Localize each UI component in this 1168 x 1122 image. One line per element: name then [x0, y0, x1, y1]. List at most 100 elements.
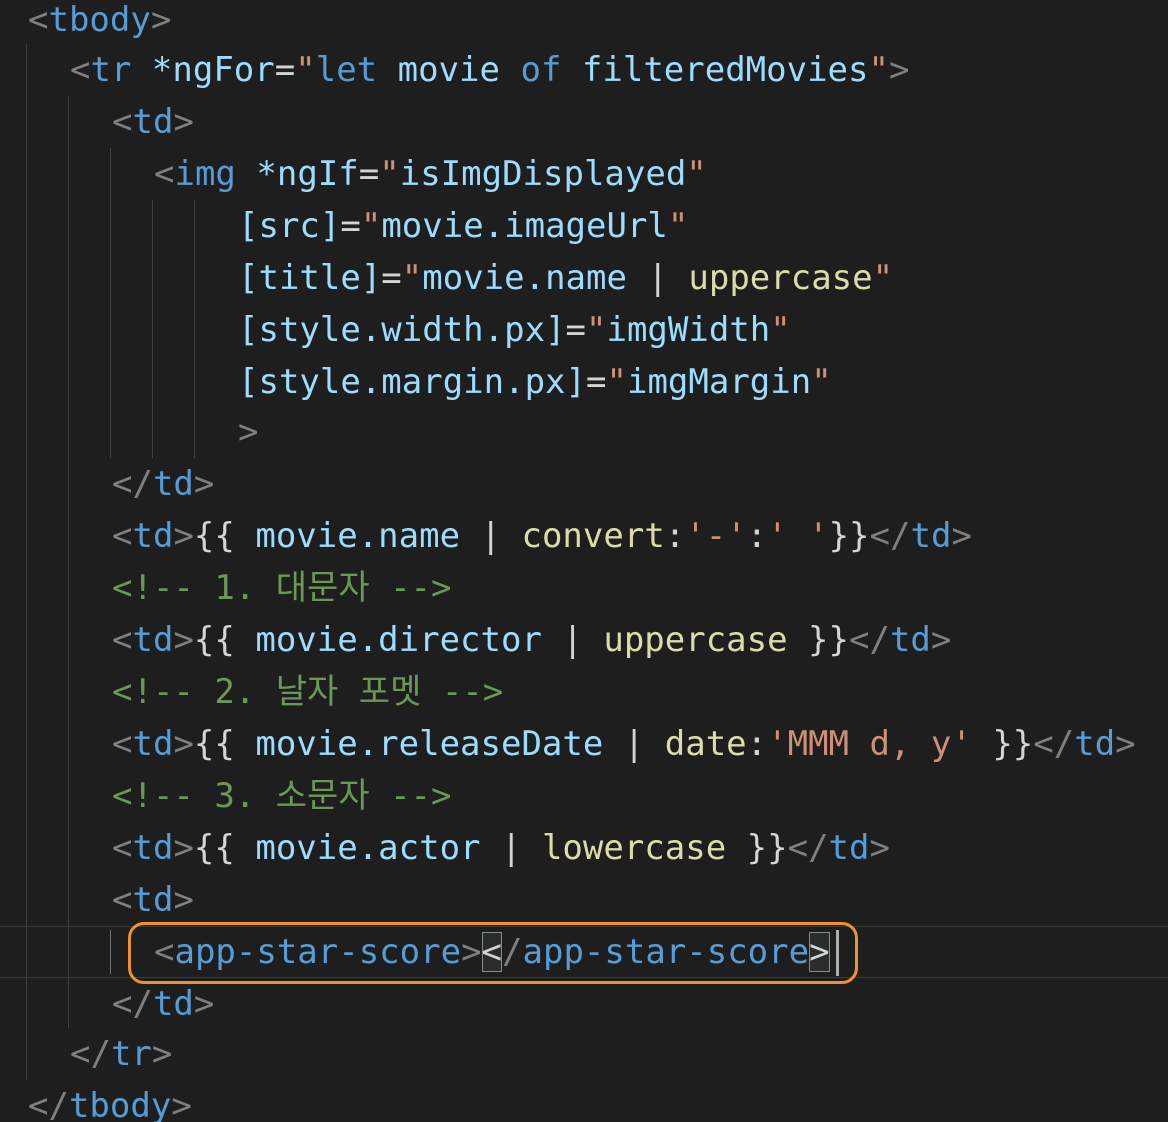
code-token: ": [811, 362, 832, 402]
code-token: [style.margin.px]: [238, 362, 586, 402]
code-token: >: [1115, 724, 1136, 764]
code-token: <!-- 3. 소문자 -->: [112, 776, 452, 816]
code-token: *ngFor: [151, 50, 275, 90]
code-token: let: [315, 50, 378, 90]
code-token: =: [381, 258, 402, 298]
code-token: :: [746, 516, 768, 556]
code-token: of: [520, 50, 562, 90]
code-line-4[interactable]: <img *ngIf="isImgDisplayed": [0, 148, 1168, 200]
code-token: >: [888, 50, 910, 90]
code-token: </: [112, 464, 153, 504]
code-line-3[interactable]: <td>: [0, 96, 1168, 148]
code-line-18[interactable]: <td>: [0, 874, 1168, 926]
code-token: =: [586, 362, 607, 402]
code-token: >: [930, 620, 952, 660]
code-token: movie.name: [422, 258, 627, 298]
code-token: <: [112, 102, 133, 142]
code-token: movie.imageUrl: [381, 206, 668, 246]
code-token: '-': [685, 516, 747, 556]
code-line-10[interactable]: </td>: [0, 458, 1168, 510]
code-token: =: [340, 206, 361, 246]
code-token: td: [152, 464, 194, 504]
code-token: >: [150, 0, 172, 40]
code-line-13[interactable]: <td>{{ movie.director | uppercase }}</td…: [0, 614, 1168, 666]
code-line-17[interactable]: <td>{{ movie.actor | lowercase }}</td>: [0, 822, 1168, 874]
code-line-20[interactable]: </td>: [0, 978, 1168, 1030]
code-token: >: [173, 620, 194, 660]
code-token: <: [70, 50, 91, 90]
code-token: {{: [193, 516, 256, 556]
code-token: >: [171, 1086, 192, 1122]
code-token: td: [828, 828, 870, 868]
code-token: =: [358, 154, 380, 194]
code-line-8[interactable]: [style.margin.px]="imgMargin": [0, 356, 1168, 408]
code-token: <!-- 2. 날자 포멧 -->: [112, 672, 504, 712]
code-token: filteredMovies: [581, 50, 869, 90]
code-token: movie.director: [255, 620, 542, 660]
code-token: |: [460, 516, 522, 556]
code-token: </: [28, 1086, 69, 1122]
code-token: >: [193, 464, 215, 504]
code-editor[interactable]: <tbody> <tr *ngFor="let movie of filtere…: [0, 0, 1168, 1122]
code-token: </: [1033, 724, 1075, 764]
code-token: >: [193, 984, 215, 1024]
code-token: {{: [193, 724, 256, 764]
code-token: <: [112, 620, 133, 660]
code-line-2[interactable]: <tr *ngFor="let movie of filteredMovies"…: [0, 44, 1168, 96]
code-line-14[interactable]: <!-- 2. 날자 포멧 -->: [0, 666, 1168, 718]
code-token: </: [70, 1034, 111, 1074]
code-token: imgMargin: [626, 362, 812, 402]
code-line-5[interactable]: [src]="movie.imageUrl": [0, 200, 1168, 252]
code-token: ": [401, 258, 423, 298]
code-token: <: [112, 724, 133, 764]
code-token: ": [360, 206, 382, 246]
code-token: movie.actor: [255, 828, 481, 868]
code-token: >: [151, 1034, 173, 1074]
code-token: |: [480, 828, 542, 868]
code-token: |: [603, 724, 665, 764]
code-line-15[interactable]: <td>{{ movie.releaseDate | date:'MMM d, …: [0, 718, 1168, 770]
code-token: convert: [521, 516, 665, 556]
code-line-12[interactable]: <!-- 1. 대문자 -->: [0, 562, 1168, 614]
code-token: }}: [971, 724, 1034, 764]
code-token: >: [951, 516, 972, 556]
code-token: ": [868, 50, 889, 90]
code-token: <: [112, 516, 133, 556]
code-token: </: [869, 516, 911, 556]
code-token: >: [173, 724, 194, 764]
code-line-7[interactable]: [style.width.px]="imgWidth": [0, 304, 1168, 356]
code-token: uppercase: [603, 620, 788, 660]
code-token: td: [889, 620, 931, 660]
code-token: tr: [90, 50, 132, 90]
code-token: td: [132, 880, 174, 920]
code-token: lowercase: [541, 828, 727, 868]
code-token: >: [173, 880, 194, 920]
code-token: :: [664, 516, 686, 556]
code-line-9[interactable]: >: [0, 406, 1168, 458]
code-token: <: [112, 828, 133, 868]
code-token: isImgDisplayed: [399, 154, 687, 194]
code-line-1[interactable]: <tbody>: [0, 0, 1168, 46]
code-token: </: [112, 984, 153, 1024]
code-token: <: [28, 0, 49, 40]
code-token: |: [541, 620, 604, 660]
code-line-6[interactable]: [title]="movie.name | uppercase": [0, 252, 1168, 304]
code-line-21[interactable]: </tr>: [0, 1028, 1168, 1080]
code-token: {{: [193, 828, 256, 868]
code-token: >: [173, 516, 194, 556]
code-line-16[interactable]: <!-- 3. 소문자 -->: [0, 770, 1168, 822]
code-token: ": [586, 310, 607, 350]
code-token: movie.name: [255, 516, 461, 556]
code-token: tbody: [48, 0, 151, 40]
code-token: </: [849, 620, 890, 660]
code-token: td: [910, 516, 952, 556]
code-token: ": [606, 362, 627, 402]
text-cursor: [836, 930, 839, 976]
code-token: ": [872, 258, 894, 298]
code-line-11[interactable]: <td>{{ movie.name | convert:'-':' '}}</t…: [0, 510, 1168, 562]
code-line-22[interactable]: </tbody>: [0, 1080, 1168, 1122]
